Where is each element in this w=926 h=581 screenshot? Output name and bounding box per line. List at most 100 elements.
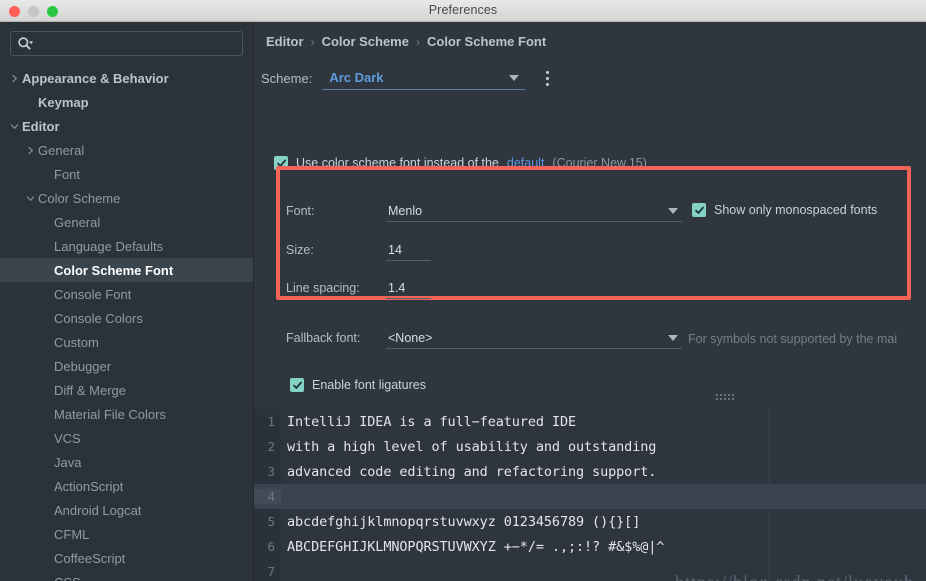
sidebar-item-label: Console Colors [54,310,143,326]
sidebar-item-label: CSS [54,575,81,581]
ligatures-row: Enable font ligatures [290,378,426,392]
watermark-text: https://blog.csdn.net/luoyoub [675,572,914,581]
sidebar-item-keymap[interactable]: Keymap [0,90,253,114]
code-line[interactable]: 5 abcdefghijklmnopqrstuvwxyz 0123456789 (… [254,509,926,534]
code-line[interactable]: 6 ABCDEFGHIJKLMNOPQRSTUVWXYZ +−*/= .,;:!?… [254,534,926,559]
sidebar-item-java[interactable]: Java [0,450,253,474]
sidebar-item-label: Editor [22,118,60,134]
breadcrumb: Editor › Color Scheme › Color Scheme Fon… [266,34,546,49]
window-title-bar: Preferences [0,0,926,22]
font-label: Font: [286,204,315,218]
sidebar-item-appearance-behavior[interactable]: Appearance & Behavior [0,66,253,90]
sidebar-item-label: General [38,142,85,158]
sidebar-item-label: ActionScript [54,478,124,494]
sidebar-item-editor[interactable]: Editor [0,114,253,138]
settings-sidebar: Appearance & Behavior Keymap Editor General… [0,22,254,581]
breadcrumb-color-scheme-font: Color Scheme Font [426,34,547,49]
font-preview-editor[interactable]: 1 IntelliJ IDEA is a full−featured IDE 2 wi… [254,409,926,581]
line-number: 1 [267,414,275,429]
line-number: 2 [267,439,275,454]
resize-grip-handle[interactable] [716,394,738,401]
main-panel: Editor › Color Scheme › Color Scheme Fon… [254,22,926,581]
code-line[interactable]: 4 [254,484,926,509]
sidebar-item-label: Keymap [38,94,89,110]
fallback-font-value: <None> [388,330,433,345]
sidebar-item-material-file-colors[interactable]: Material File Colors [0,402,253,426]
enable-font-ligatures-label: Enable font ligatures [312,378,426,392]
show-only-monospaced-label: Show only monospaced fonts [714,203,878,217]
sidebar-item-label: Appearance & Behavior [22,70,169,86]
sidebar-item-font[interactable]: Font [0,162,253,186]
chevron-right-icon[interactable] [6,74,22,83]
search-icon [17,36,33,52]
sidebar-item-vcs[interactable]: VCS [0,426,253,450]
sidebar-item-label: CFML [54,526,90,542]
sidebar-item-label: General [54,214,101,230]
preferences-window: Preferences Appearance & Behavior Keymap E… [0,0,926,581]
scheme-row: Scheme: Arc Dark [261,66,555,90]
sidebar-item-label: Language Defaults [54,238,164,254]
sidebar-item-console-font[interactable]: Console Font [0,282,253,306]
code-line[interactable]: 1 IntelliJ IDEA is a full−featured IDE [254,409,926,434]
sidebar-item-coffeescript[interactable]: CoffeeScript [0,546,253,570]
sidebar-item-label: CoffeeScript [54,550,126,566]
sidebar-item-cfml[interactable]: CFML [0,522,253,546]
font-dropdown[interactable]: Menlo [386,200,682,222]
sidebar-item-general[interactable]: General [0,210,253,234]
chevron-right-icon[interactable] [22,146,38,155]
size-row: Size: 14 [286,239,431,261]
size-label: Size: [286,243,314,257]
breadcrumb-color-scheme[interactable]: Color Scheme [322,34,409,49]
kebab-menu-icon[interactable] [539,68,555,88]
sidebar-item-label: Android Logcat [54,502,142,518]
fallback-font-hint: For symbols not supported by the mai [688,332,898,346]
scheme-dropdown[interactable]: Arc Dark [322,66,526,90]
code-line[interactable]: 3 advanced code editing and refactoring s… [254,459,926,484]
settings-tree: Appearance & Behavior Keymap Editor General… [0,62,253,581]
sidebar-item-language-defaults[interactable]: Language Defaults [0,234,253,258]
code-line-text: IntelliJ IDEA is a full−featured IDE [287,413,576,430]
line-spacing-label: Line spacing: [286,281,360,295]
chevron-down-icon[interactable] [22,194,38,203]
breadcrumb-editor[interactable]: Editor [266,34,304,49]
line-number: 6 [267,539,275,554]
sidebar-item-console-colors[interactable]: Console Colors [0,306,253,330]
fallback-font-row: Fallback font: <None> [286,327,682,349]
sidebar-item-label: Java [54,454,82,470]
sidebar-item-label: Color Scheme Font [54,262,174,278]
line-number: 3 [267,464,275,479]
sidebar-item-label: Material File Colors [54,406,166,422]
sidebar-item-debugger[interactable]: Debugger [0,354,253,378]
font-row: Font: Menlo [286,200,682,222]
sidebar-item-label: Debugger [54,358,112,374]
sidebar-item-custom[interactable]: Custom [0,330,253,354]
line-spacing-input[interactable]: 1.4 [386,277,431,299]
breadcrumb-separator-icon: › [310,34,315,49]
search-input[interactable] [33,36,236,51]
sidebar-item-general[interactable]: General [0,138,253,162]
line-spacing-row: Line spacing: 1.4 [286,277,431,299]
enable-font-ligatures-checkbox[interactable] [290,378,304,392]
sidebar-item-actionscript[interactable]: ActionScript [0,474,253,498]
sidebar-item-css[interactable]: CSS [0,570,253,581]
window-title: Preferences [428,3,498,17]
code-line-text: with a high level of usability and outst… [287,438,657,455]
chevron-down-icon [509,75,520,81]
sidebar-item-label: Font [54,166,81,182]
search-field[interactable] [10,31,243,56]
fallback-font-dropdown[interactable]: <None> [386,327,682,349]
sidebar-item-android-logcat[interactable]: Android Logcat [0,498,253,522]
sidebar-item-color-scheme-font[interactable]: Color Scheme Font [0,258,253,282]
sidebar-item-label: Color Scheme [38,190,121,206]
sidebar-item-diff-merge[interactable]: Diff & Merge [0,378,253,402]
show-only-monospaced-checkbox[interactable] [692,203,706,217]
scheme-label: Scheme: [261,70,313,86]
size-value: 14 [388,242,402,257]
code-line-text: abcdefghijklmnopqrstuvwxyz 0123456789 ()… [287,513,641,530]
font-selected-value: Menlo [388,203,423,218]
sidebar-item-color-scheme[interactable]: Color Scheme [0,186,253,210]
size-input[interactable]: 14 [386,239,431,261]
sidebar-item-label: Custom [54,334,99,350]
chevron-down-icon[interactable] [6,122,22,131]
code-line[interactable]: 2 with a high level of usability and outs… [254,434,926,459]
